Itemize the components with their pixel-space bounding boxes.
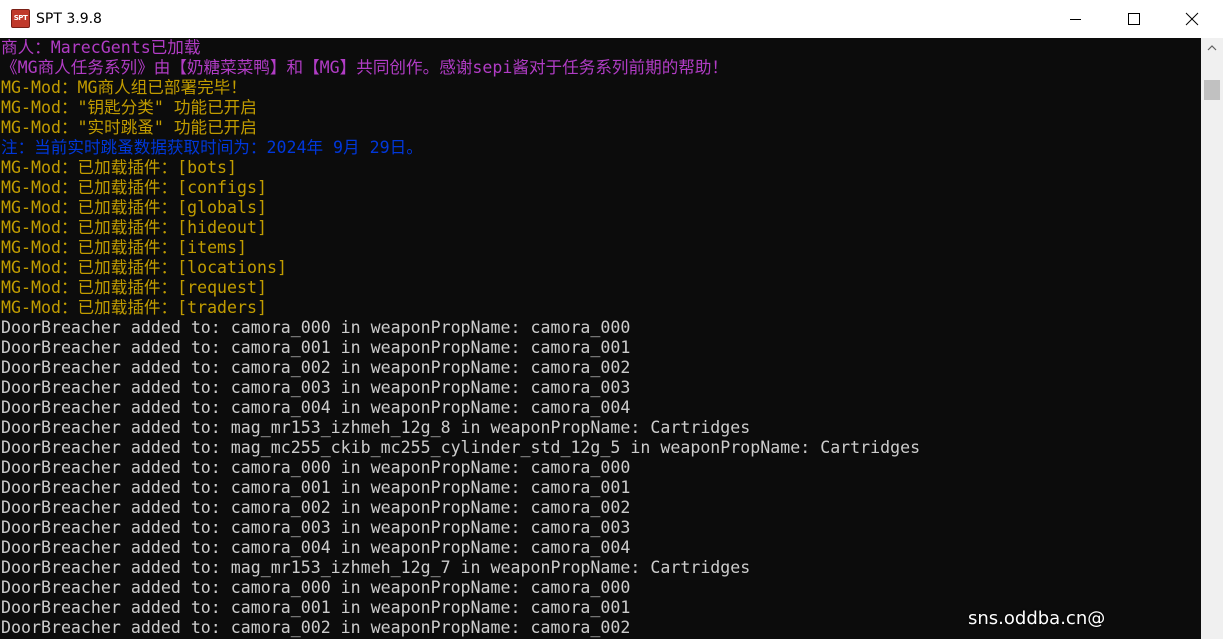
console-line: MG-Mod：已加载插件：[bots]	[1, 158, 238, 177]
console-line: DoorBreacher added to: camora_003 in wea…	[1, 378, 631, 397]
minimize-icon	[1070, 19, 1081, 20]
vertical-scrollbar[interactable]	[1201, 38, 1223, 639]
console-line: MG-Mod：已加载插件：[configs]	[1, 178, 268, 197]
title-bar[interactable]: SPT SPT 3.9.8	[0, 0, 1223, 38]
console-line: DoorBreacher added to: camora_001 in wea…	[1, 338, 631, 357]
scroll-up-arrow-icon	[1207, 45, 1217, 51]
console-line: MG-Mod：已加载插件：[hideout]	[1, 218, 268, 237]
console-line: 《MG商人任务系列》由【奶糖菜菜鸭】和【MG】共同创作。感谢sepi酱对于任务系…	[1, 58, 729, 77]
console-line: MG-Mod："实时跳蚤" 功能已开启	[1, 118, 257, 137]
console-line: DoorBreacher added to: mag_mr153_izhmeh_…	[1, 418, 751, 437]
console-line: DoorBreacher added to: camora_003 in wea…	[1, 518, 631, 537]
console-line: DoorBreacher added to: camora_004 in wea…	[1, 538, 631, 557]
console-line: MG-Mod：已加载插件：[items]	[1, 238, 248, 257]
console-output[interactable]: 商人：MarecGents已加载 《MG商人任务系列》由【奶糖菜菜鸭】和【MG】共…	[0, 38, 1201, 639]
console-line: 商人：MarecGents已加载	[1, 38, 201, 57]
maximize-button[interactable]	[1105, 0, 1163, 38]
console-line: DoorBreacher added to: camora_000 in wea…	[1, 318, 631, 337]
watermark-text: sns.oddba.cn@	[968, 608, 1106, 629]
console-line: MG-Mod：已加载插件：[traders]	[1, 298, 268, 317]
console-line: DoorBreacher added to: camora_002 in wea…	[1, 618, 631, 637]
minimize-button[interactable]	[1047, 0, 1105, 38]
console-line: MG-Mod：已加载插件：[locations]	[1, 258, 287, 277]
console-line: DoorBreacher added to: camora_004 in wea…	[1, 398, 631, 417]
window-title: SPT 3.9.8	[36, 11, 102, 27]
spt-app-icon: SPT	[11, 9, 30, 28]
close-icon	[1185, 12, 1199, 26]
console-line: MG-Mod：MG商人组已部署完毕！	[1, 78, 247, 97]
scroll-up-button[interactable]	[1201, 38, 1223, 58]
console-line: DoorBreacher added to: camora_001 in wea…	[1, 598, 631, 617]
console-window: SPT SPT 3.9.8 商人：MarecGents已加载 《MG商人任务系列》…	[0, 0, 1223, 639]
close-button[interactable]	[1163, 0, 1223, 38]
maximize-icon	[1128, 13, 1140, 25]
console-line: DoorBreacher added to: mag_mc255_ckib_mc…	[1, 438, 921, 457]
console-line: MG-Mod："钥匙分类" 功能已开启	[1, 98, 257, 117]
console-line: DoorBreacher added to: camora_000 in wea…	[1, 458, 631, 477]
console-line: MG-Mod：已加载插件：[request]	[1, 278, 268, 297]
console-line: 注：当前实时跳蚤数据获取时间为：2024年 9月 29日。	[1, 138, 423, 157]
console-line: MG-Mod：已加载插件：[globals]	[1, 198, 268, 217]
console-line: DoorBreacher added to: camora_001 in wea…	[1, 478, 631, 497]
console-line: DoorBreacher added to: camora_002 in wea…	[1, 498, 631, 517]
console-line: DoorBreacher added to: mag_mr153_izhmeh_…	[1, 558, 751, 577]
scrollbar-thumb[interactable]	[1204, 80, 1220, 100]
console-line: DoorBreacher added to: camora_002 in wea…	[1, 358, 631, 377]
console-line: DoorBreacher added to: camora_000 in wea…	[1, 578, 631, 597]
